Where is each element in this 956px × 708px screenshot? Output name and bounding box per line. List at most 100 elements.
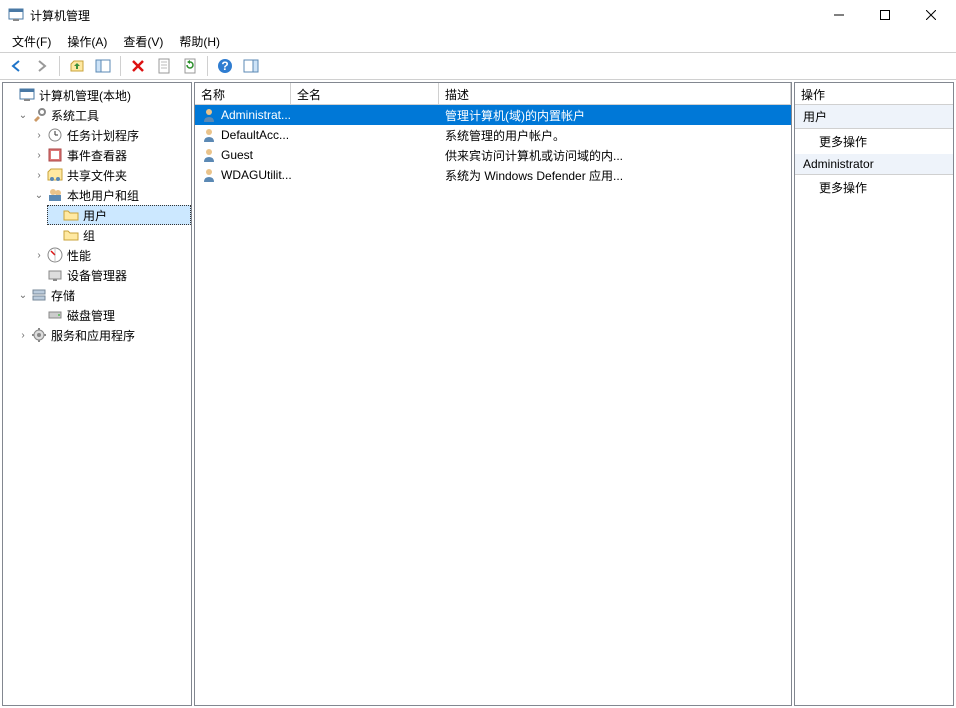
menubar: 文件(F) 操作(A) 查看(V) 帮助(H) [0,30,956,52]
tree-label: 服务和应用程序 [51,327,135,344]
tree-label: 性能 [67,247,91,264]
delete-button[interactable] [126,54,150,78]
tree-root[interactable]: 计算机管理(本地) [3,85,191,105]
cell-description: 管理计算机(域)的内置帐户 [439,107,791,124]
properties-button[interactable] [152,54,176,78]
column-fullname[interactable]: 全名 [291,83,439,104]
content-area: 计算机管理(本地) ⌄ 系统工具 › 任务计划程序 › 事件查看器 [0,80,956,708]
tree-disk-management[interactable]: 磁盘管理 [31,305,191,325]
action-more-administrator[interactable]: 更多操作 [795,175,953,200]
toolbar-separator [207,56,208,76]
shared-folder-icon [47,167,63,183]
expand-icon[interactable]: › [31,170,47,181]
menu-file[interactable]: 文件(F) [4,30,59,53]
expand-icon[interactable]: › [15,330,31,341]
list-row[interactable]: DefaultAcc... 系统管理的用户帐户。 [195,125,791,145]
disk-icon [47,307,63,323]
tree-performance[interactable]: › 性能 [31,245,191,265]
collapse-icon[interactable]: ⌄ [31,190,47,201]
cell-description: 系统管理的用户帐户。 [439,127,791,144]
list-panel: 名称 全名 描述 Administrat...管理计算机(域)的内置帐户Defa… [194,82,792,706]
user-icon [201,147,217,163]
clock-icon [47,127,63,143]
toolbar-separator [59,56,60,76]
tree-label: 计算机管理(本地) [39,87,131,104]
tree-label: 本地用户和组 [67,187,139,204]
up-level-button[interactable] [65,54,89,78]
services-icon [31,327,47,343]
tree-groups[interactable]: 组 [47,225,191,245]
tree-label: 共享文件夹 [67,167,127,184]
tree-system-tools[interactable]: ⌄ 系统工具 [15,105,191,125]
tools-icon [31,107,47,123]
tree-shared-folders[interactable]: › 共享文件夹 [31,165,191,185]
collapse-icon[interactable]: ⌄ [15,110,31,121]
tree-label: 用户 [83,207,107,224]
tree-panel: 计算机管理(本地) ⌄ 系统工具 › 任务计划程序 › 事件查看器 [2,82,192,706]
tree-label: 存储 [51,287,75,304]
storage-icon [31,287,47,303]
show-hide-tree-button[interactable] [91,54,115,78]
column-name[interactable]: 名称 [195,83,291,104]
tree-label: 组 [83,227,95,244]
list-row[interactable]: Administrat... 管理计算机(域)的内置帐户 [195,105,791,125]
forward-button[interactable] [30,54,54,78]
cell-name: Guest [221,148,253,162]
tree-label: 任务计划程序 [67,127,139,144]
svg-text:?: ? [221,59,228,73]
user-icon [201,167,217,183]
event-icon [47,147,63,163]
list-row[interactable]: WDAGUtilit... 系统为 Windows Defender 应用... [195,165,791,185]
expand-icon[interactable]: › [31,150,47,161]
help-button[interactable]: ? [213,54,237,78]
window-title: 计算机管理 [30,7,816,24]
tree-label: 设备管理器 [67,267,127,284]
tree-label: 磁盘管理 [67,307,115,324]
folder-icon [63,227,79,243]
user-icon [201,127,217,143]
tree-local-users-groups[interactable]: ⌄ 本地用户和组 [31,185,191,205]
tree-label: 系统工具 [51,107,99,124]
minimize-button[interactable] [816,0,862,30]
tree-users[interactable]: 用户 [47,205,191,225]
maximize-button[interactable] [862,0,908,30]
tree-services-apps[interactable]: › 服务和应用程序 [15,325,191,345]
actions-title: 操作 [795,83,953,105]
tree-event-viewer[interactable]: › 事件查看器 [31,145,191,165]
tree-task-scheduler[interactable]: › 任务计划程序 [31,125,191,145]
toolbar: ? [0,52,956,80]
menu-action[interactable]: 操作(A) [59,30,115,53]
expand-icon[interactable]: › [31,250,47,261]
action-pane-button[interactable] [239,54,263,78]
actions-panel: 操作 用户 更多操作 Administrator 更多操作 [794,82,954,706]
collapse-icon[interactable]: ⌄ [15,290,31,301]
users-icon [47,187,63,203]
computer-icon [19,87,35,103]
device-icon [47,267,63,283]
tree-device-manager[interactable]: 设备管理器 [31,265,191,285]
close-button[interactable] [908,0,954,30]
column-description[interactable]: 描述 [439,83,791,104]
list-header: 名称 全名 描述 [195,83,791,105]
cell-name: Administrat... [221,108,291,122]
menu-view[interactable]: 查看(V) [115,30,171,53]
cell-name: DefaultAcc... [221,128,289,142]
menu-help[interactable]: 帮助(H) [171,30,228,53]
user-icon [201,107,217,123]
list-body[interactable]: Administrat...管理计算机(域)的内置帐户DefaultAcc...… [195,105,791,705]
titlebar: 计算机管理 [0,0,956,30]
performance-icon [47,247,63,263]
expand-icon[interactable]: › [31,130,47,141]
list-row[interactable]: Guest供来宾访问计算机或访问域的内... [195,145,791,165]
action-more-users[interactable]: 更多操作 [795,129,953,154]
back-button[interactable] [4,54,28,78]
tree-label: 事件查看器 [67,147,127,164]
action-section-administrator: Administrator [795,154,953,175]
folder-icon [63,207,79,223]
cell-name: WDAGUtilit... [221,168,291,182]
toolbar-separator [120,56,121,76]
action-section-users: 用户 [795,105,953,129]
tree-storage[interactable]: ⌄ 存储 [15,285,191,305]
cell-description: 系统为 Windows Defender 应用... [439,167,791,184]
refresh-button[interactable] [178,54,202,78]
